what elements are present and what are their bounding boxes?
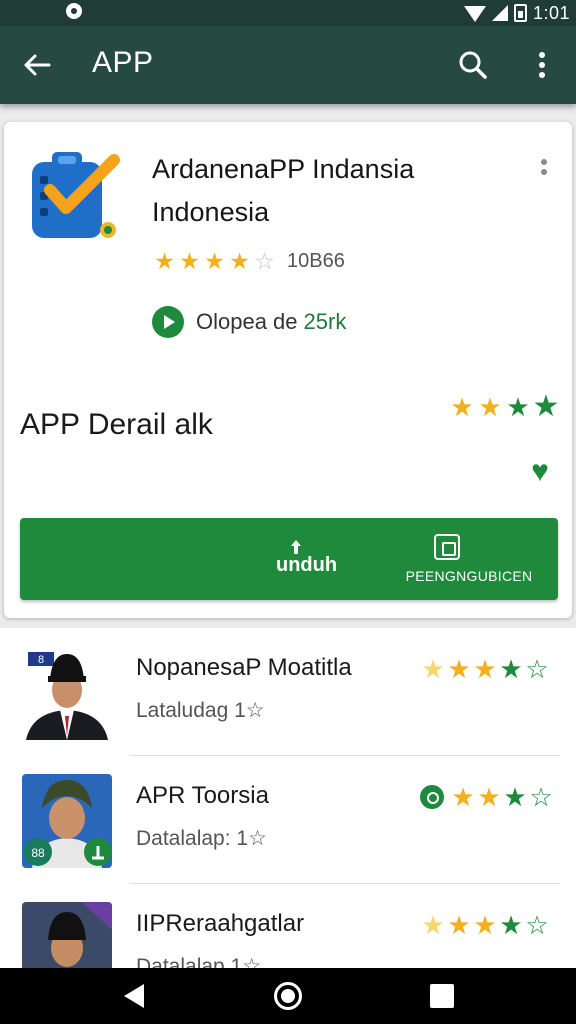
star-icon: ★ — [473, 654, 497, 684]
favorite-button[interactable]: ♥ — [524, 456, 556, 488]
more-vert-icon — [539, 52, 545, 78]
review-count: 10B66 — [287, 249, 345, 272]
install-button[interactable]: PEENGNGUBICEN — [380, 518, 558, 600]
action-bar: unduh PEENGNGUBICEN — [20, 518, 558, 600]
battery-icon — [513, 4, 527, 22]
avatar — [22, 902, 112, 968]
detail-stars: ★ ★ ★ ★ — [448, 390, 560, 423]
star-icon: ★ — [506, 392, 530, 422]
star-icon: ★ — [229, 248, 250, 274]
list-item-stars: ★ ★ ★ ★ ☆ — [420, 910, 550, 940]
wifi-icon — [463, 6, 486, 22]
heart-icon: ♥ — [531, 455, 549, 488]
list-item[interactable]: IIPReraahgatlar Datalalap 1☆ ★ ★ ★ ★ ☆ — [0, 884, 576, 968]
signal-icon — [491, 5, 508, 21]
list-item-title: IIPReraahgatlar — [136, 910, 305, 937]
star-icon: ★ — [478, 392, 502, 422]
app-detail-card: ArdanenaPP Indansia Indonesia ★ ★ ★ ★ ☆ … — [4, 122, 572, 618]
star-icon: ★ — [179, 248, 200, 274]
search-icon — [459, 51, 487, 79]
chat-icon — [420, 785, 444, 809]
nav-recents-button[interactable] — [430, 984, 454, 1008]
star-icon: ★ — [450, 392, 474, 422]
back-button[interactable] — [14, 42, 60, 88]
app-logo-icon — [32, 152, 120, 238]
list-item-stars: ★ ★ ★ ☆ — [420, 782, 554, 812]
opened-row: Olopea de 25rk — [152, 306, 346, 338]
detail-title: APP Derail alk — [20, 408, 213, 441]
arrow-up-icon — [291, 540, 301, 554]
avatar: 8 — [22, 646, 112, 740]
star-outline-icon: ☆ — [529, 782, 553, 812]
system-nav-bar — [0, 968, 576, 1024]
page-title: APP — [92, 46, 154, 79]
play-icon — [152, 306, 184, 338]
download-button[interactable]: unduh — [230, 518, 380, 600]
rating-row: ★ ★ ★ ★ ☆ 10B66 — [152, 248, 345, 274]
list-item[interactable]: 88 APR Toorsia Datalalap: 1☆ ★ ★ ★ ☆ — [0, 756, 576, 884]
app-bar: APP — [0, 26, 576, 104]
list-item[interactable]: 8 NopanesaP Moatitla Lataludag 1☆ ★ ★ ★ … — [0, 628, 576, 756]
star-icon: ★ — [447, 654, 471, 684]
list-item-subtitle: Datalalap: 1☆ — [136, 827, 267, 850]
avatar: 88 — [22, 774, 112, 868]
list-item-title: APR Toorsia — [136, 782, 269, 809]
search-button[interactable] — [450, 42, 496, 88]
list-item-stars: ★ ★ ★ ★ ☆ — [420, 654, 550, 684]
star-icon: ★ — [532, 390, 560, 423]
rating-stars: ★ ★ ★ ★ ☆ — [152, 248, 277, 274]
avatar-badge: 8 — [38, 654, 44, 666]
arrow-left-icon — [24, 54, 51, 76]
notification-icon — [66, 3, 82, 19]
star-icon: ★ — [421, 654, 445, 684]
star-icon: ★ — [473, 910, 497, 940]
more-options-button[interactable] — [520, 42, 564, 88]
star-outline-icon: ☆ — [254, 248, 275, 274]
download-label: unduh — [276, 554, 338, 576]
star-outline-icon: ☆ — [525, 654, 549, 684]
nav-home-button[interactable] — [274, 982, 302, 1010]
star-icon: ★ — [204, 248, 225, 274]
star-icon: ★ — [154, 248, 175, 274]
list-item-title: NopanesaP Moatitla — [136, 654, 352, 681]
star-icon: ★ — [499, 654, 523, 684]
star-icon: ★ — [499, 910, 523, 940]
avatar-badge: 88 — [31, 846, 45, 860]
status-time: 1:01 — [532, 2, 570, 23]
dot-icon — [541, 169, 547, 175]
star-icon: ★ — [421, 910, 445, 940]
star-outline-icon: ☆ — [525, 910, 549, 940]
opened-count: 25rk — [303, 309, 347, 334]
status-bar: 1:01 — [0, 0, 576, 26]
list-item-subtitle: Lataludag 1☆ — [136, 699, 265, 722]
install-label: PEENGNGUBICEN — [405, 568, 533, 584]
install-icon — [434, 534, 460, 560]
star-icon: ★ — [503, 782, 527, 812]
star-icon: ★ — [451, 782, 475, 812]
status-icons: 1:01 — [463, 0, 570, 26]
nav-back-button[interactable] — [120, 982, 148, 1010]
opened-label: Olopea de — [196, 309, 298, 334]
star-icon: ★ — [477, 782, 501, 812]
list-item-subtitle: Datalalap 1☆ — [136, 955, 262, 968]
related-apps-list: 8 NopanesaP Moatitla Lataludag 1☆ ★ ★ ★ … — [0, 628, 576, 968]
star-icon: ★ — [447, 910, 471, 940]
dot-icon — [541, 159, 547, 165]
app-title: ArdanenaPP Indansia Indonesia — [152, 154, 415, 227]
card-more-button[interactable] — [532, 152, 556, 182]
